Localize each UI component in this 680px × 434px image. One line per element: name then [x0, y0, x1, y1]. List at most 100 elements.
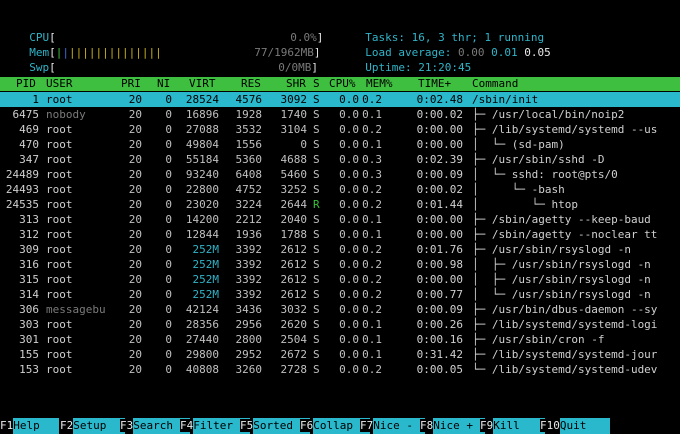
cell-ni: 0: [165, 333, 172, 346]
cell-mem: 0.3: [362, 153, 382, 166]
fkey-quit[interactable]: F10Quit: [540, 418, 610, 434]
fkey-key: F6: [300, 419, 314, 432]
cell-res: 3260: [235, 363, 263, 376]
cell-mem: 0.1: [362, 228, 382, 241]
cell-mem: 0.2: [362, 303, 382, 316]
fkey-nice[interactable]: F7Nice -: [360, 418, 426, 434]
process-row[interactable]: 309 root 20 0 252M 3392 2612 S 0.0 0.2 0:01.76 ├─ /…: [0, 242, 680, 257]
cell-pri: 20: [128, 168, 142, 181]
cell-mem: 0.2: [362, 258, 382, 271]
col-mem[interactable]: MEM%: [366, 77, 393, 91]
cell-virt: 12844: [185, 228, 219, 241]
fkey-kill[interactable]: F9Kill: [480, 418, 546, 434]
cell-pri: 20: [128, 288, 142, 301]
process-row[interactable]: 155 root 20 0 29800 2952 2672 S 0.0 0.1 0:31.42 ├─ …: [0, 347, 680, 362]
process-row[interactable]: 6475 nobody 20 0 16896 1928 1740 S 0.0 0.1 0:00.02…: [0, 107, 680, 122]
cell-res: 3392: [235, 258, 263, 271]
col-shr[interactable]: SHR: [286, 77, 306, 91]
process-row[interactable]: 24489 root 20 0 93240 6408 5460 S 0.0 0.3 0:00.09 │…: [0, 167, 680, 182]
cell-pid: 155: [19, 348, 39, 361]
process-row[interactable]: 314 root 20 0 252M 3392 2612 S 0.0 0.2 0:00.77 │ └─…: [0, 287, 680, 302]
cell-pid: 470: [19, 138, 39, 151]
cell-res: 3392: [235, 273, 263, 286]
process-row[interactable]: 1 root 20 0 28524 4576 3092 S 0.0 0.2 0:02.48/sbin…: [0, 92, 680, 107]
process-row[interactable]: 306 messagebu 20 0 42124 3436 3032 S 0.0 0.2 0:00.…: [0, 302, 680, 317]
fkey-help[interactable]: F1Help: [0, 418, 60, 434]
cell-state: S: [313, 273, 320, 286]
col-ni[interactable]: NI: [157, 77, 170, 91]
cell-virt: 28356: [185, 318, 219, 331]
cell-virt: 252M: [192, 288, 220, 301]
process-row[interactable]: 301 root 20 0 27440 2800 2504 S 0.0 0.1 0:00.16 ├─ …: [0, 332, 680, 347]
cell-virt: 23020: [185, 198, 219, 211]
cell-mem: 0.1: [362, 213, 382, 226]
cell-user: root: [46, 123, 73, 136]
cell-ni: 0: [165, 168, 172, 181]
cell-res: 3392: [235, 243, 263, 256]
process-row[interactable]: 312 root 20 0 12844 1936 1788 S 0.0 0.1 0:00.00 ├─ …: [0, 227, 680, 242]
col-res[interactable]: RES: [241, 77, 261, 91]
cell-mem: 0.1: [362, 318, 382, 331]
cell-time: 0:01.76: [416, 243, 463, 256]
cell-user: root: [46, 333, 73, 346]
cell-state: S: [313, 363, 320, 376]
col-state[interactable]: S: [313, 77, 320, 91]
cell-pid: 306: [19, 303, 39, 316]
process-row[interactable]: 153 root 20 0 40808 3260 2728 S 0.0 0.2 0:00.05 └─ …: [0, 362, 680, 377]
cell-ni: 0: [165, 228, 172, 241]
fkey-nice[interactable]: F8Nice +: [420, 418, 486, 434]
cell-user: root: [46, 273, 73, 286]
cell-state: S: [313, 333, 320, 346]
process-row[interactable]: 315 root 20 0 252M 3392 2612 S 0.0 0.2 0:00.00 │ ├─…: [0, 272, 680, 287]
col-virt[interactable]: VIRT: [189, 77, 216, 91]
cell-user: root: [46, 348, 73, 361]
cell-virt: 55184: [185, 153, 219, 166]
cell-cpu: 0.0: [339, 288, 359, 301]
cell-mem: 0.2: [362, 123, 382, 136]
fkey-key: F3: [120, 419, 134, 432]
cell-ni: 0: [165, 123, 172, 136]
process-row[interactable]: 313 root 20 0 14200 2212 2040 S 0.0 0.1 0:00.00 ├─ …: [0, 212, 680, 227]
process-row[interactable]: 316 root 20 0 252M 3392 2612 S 0.0 0.2 0:00.98 │ ├─…: [0, 257, 680, 272]
cell-virt: 49804: [185, 138, 219, 151]
cell-pri: 20: [128, 198, 142, 211]
cell-state: S: [313, 93, 320, 106]
fkey-label: Quit: [559, 418, 610, 434]
cell-shr: 2612: [280, 273, 308, 286]
cell-command: ├─ /usr/sbin/sshd -D: [472, 153, 605, 166]
cell-time: 0:02.48: [416, 93, 463, 106]
fkey-key: F10: [540, 419, 560, 432]
cell-command: ├─ /lib/systemd/systemd --us: [472, 123, 658, 136]
fkey-key: F9: [480, 419, 494, 432]
process-table-header: PID USER PRI NI VIRT RES SHR S CPU% MEM%…: [0, 77, 680, 91]
cell-res: 3436: [235, 303, 263, 316]
cell-mem: 0.2: [362, 363, 382, 376]
col-cpu[interactable]: CPU%: [329, 77, 356, 91]
fkey-key: F8: [420, 419, 434, 432]
cell-cpu: 0.0: [339, 228, 359, 241]
col-time[interactable]: TIME+: [418, 77, 451, 91]
cell-pri: 20: [128, 213, 142, 226]
col-pid[interactable]: PID: [16, 77, 36, 91]
cell-pri: 20: [128, 303, 142, 316]
fkey-setup[interactable]: F2Setup: [60, 418, 126, 434]
cell-cpu: 0.0: [339, 123, 359, 136]
cell-cpu: 0.0: [339, 363, 359, 376]
cell-state: S: [313, 228, 320, 241]
cell-time: 0:00.05: [416, 363, 463, 376]
col-user[interactable]: USER: [46, 77, 73, 91]
process-row[interactable]: 347 root 20 0 55184 5360 4688 S 0.0 0.3 0:02.39 ├─ …: [0, 152, 680, 167]
cell-command: │ └─ sshd: root@pts/0: [472, 168, 618, 181]
process-row[interactable]: 470 root 20 0 49804 1556 0 S 0.0 0.1 0:00.00 │ └─ (…: [0, 137, 680, 152]
col-command[interactable]: Command: [472, 77, 518, 91]
process-row[interactable]: 469 root 20 0 27088 3532 3104 S 0.0 0.2 0:00.00 ├─ …: [0, 122, 680, 137]
cell-virt: 252M: [192, 243, 220, 256]
cell-virt: 29800: [185, 348, 219, 361]
cell-mem: 0.2: [362, 273, 382, 286]
process-row[interactable]: 24493 root 20 0 22800 4752 3252 S 0.0 0.2 0:00.02 │…: [0, 182, 680, 197]
process-row[interactable]: 303 root 20 0 28356 2956 2620 S 0.0 0.1 0:00.26 ├─ …: [0, 317, 680, 332]
cell-pid: 24489: [5, 168, 39, 181]
cell-shr: 1740: [280, 108, 308, 121]
process-row[interactable]: 24535 root 20 0 23020 3224 2644 R 0.0 0.2 0:01.44 │…: [0, 197, 680, 212]
col-pri[interactable]: PRI: [121, 77, 141, 91]
